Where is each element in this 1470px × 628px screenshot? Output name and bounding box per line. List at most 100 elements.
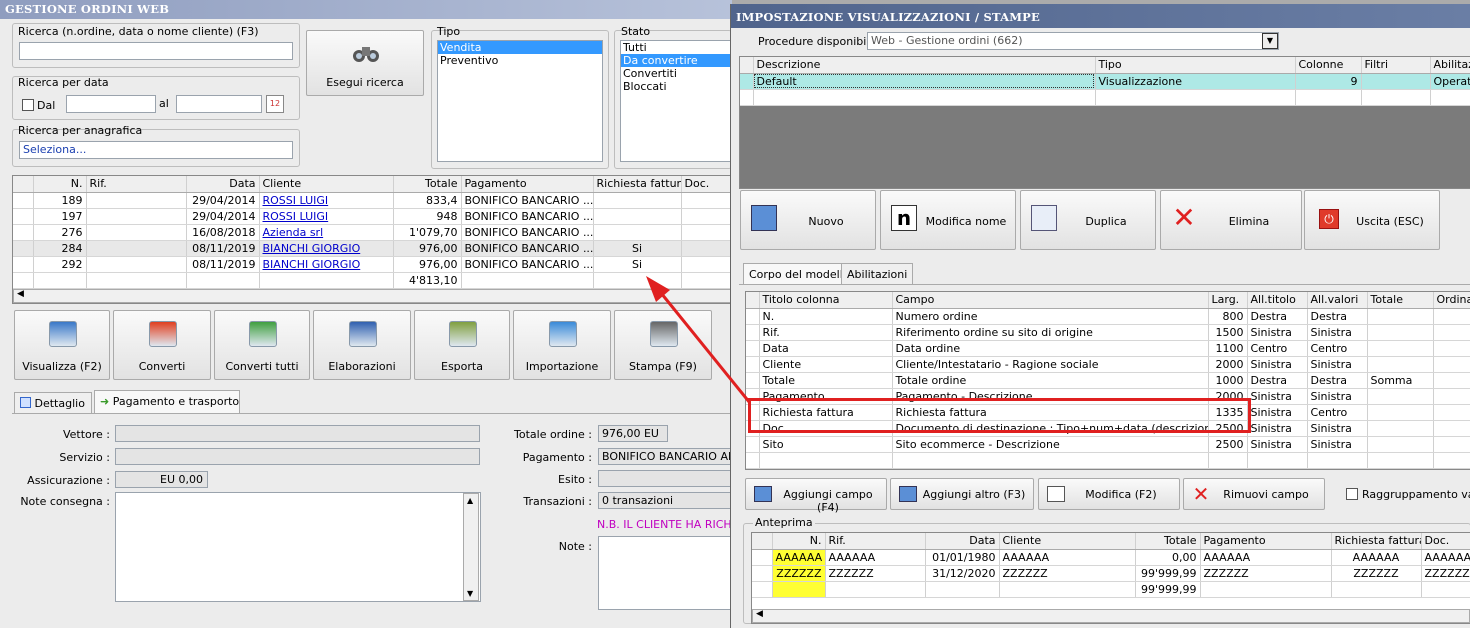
col-header[interactable]: Descrizione (753, 57, 1096, 74)
tab-abilitazioni[interactable]: Abilitazioni (841, 263, 914, 284)
horizontal-scrollbar[interactable]: ◀ (752, 609, 1470, 623)
processing-button[interactable]: Elaborazioni (313, 310, 411, 380)
add-other-button[interactable]: Aggiungi altro (F3) (890, 478, 1034, 510)
table-row[interactable]: 276 16/08/2018 Azienda srl 1'079,70 BONIFICO… (13, 224, 731, 241)
table-row[interactable]: 292 08/11/2019 BIANCHI GIORGIO 976,00 BONIFI… (13, 256, 731, 273)
table-row[interactable]: 189 29/04/2014 ROSSI LUIGI 833,4 BONIFICO BA… (13, 192, 731, 209)
edit-button[interactable]: Modifica (F2) (1038, 478, 1180, 510)
cell[interactable]: ROSSI LUIGI (259, 192, 394, 209)
date-from-input[interactable] (66, 95, 156, 113)
import-button[interactable]: Importazione (513, 310, 611, 380)
search-input[interactable] (19, 42, 293, 60)
convert-all-icon (249, 321, 277, 347)
stato-item[interactable]: Da convertire (621, 54, 731, 67)
view-button[interactable]: Visualizza (F2) (14, 310, 110, 380)
col-header[interactable]: Cliente (259, 176, 394, 193)
col-header[interactable]: Titolo colonna (759, 292, 893, 309)
col-header[interactable]: All.titolo (1247, 292, 1308, 309)
col-header[interactable]: Filtri (1361, 57, 1431, 74)
tab-dettaglio[interactable]: Dettaglio (14, 392, 92, 414)
stato-item[interactable]: Tutti (621, 41, 731, 54)
col-header[interactable]: All.valori (1307, 292, 1368, 309)
cell (681, 208, 731, 225)
stato-list[interactable]: Tutti Da convertire Convertiti Bloccati (620, 40, 732, 162)
col-header[interactable]: Campo (892, 292, 1209, 309)
cell: Sinistra (1247, 324, 1308, 341)
table-row[interactable]: Cliente Cliente/Intestatario - Ragione so… (746, 356, 1470, 373)
note-textarea[interactable] (598, 536, 732, 610)
stato-item[interactable]: Bloccati (621, 80, 731, 93)
raggruppamento-checkbox[interactable] (1346, 488, 1358, 500)
col-header[interactable]: Doc. (681, 176, 731, 193)
col-header[interactable]: Colonne (1295, 57, 1362, 74)
cell[interactable]: BIANCHI GIORGIO (259, 256, 394, 273)
stato-item[interactable]: Convertiti (621, 67, 731, 80)
anag-select[interactable]: Seleziona... (19, 141, 293, 159)
tipo-item[interactable]: Preventivo (438, 54, 602, 67)
rename-button[interactable]: n Modifica nome (880, 190, 1016, 250)
tipo-list[interactable]: Vendita Preventivo (437, 40, 603, 162)
cell: Numero ordine (892, 308, 1209, 325)
scroll-left-icon[interactable]: ◀ (756, 609, 763, 619)
cell: Sinistra (1307, 388, 1368, 405)
table-row[interactable]: Data Data ordine 1100 Centro Centro (746, 340, 1470, 357)
cell[interactable]: BIANCHI GIORGIO (259, 240, 394, 257)
procedure-label: Procedure disponibili : (758, 35, 880, 48)
tipo-item[interactable]: Vendita (438, 41, 602, 54)
add-field-button[interactable]: Aggiungi campo (F4) (745, 478, 887, 514)
table-row[interactable]: Rif. Riferimento ordine su sito di origin… (746, 324, 1470, 341)
note-consegna-textarea[interactable] (115, 492, 481, 602)
calendar-icon[interactable]: 12 (266, 95, 284, 113)
col-header[interactable]: Totale (393, 176, 462, 193)
horizontal-scrollbar[interactable]: ◀ (13, 289, 731, 303)
button-label: Converti tutti (225, 360, 299, 373)
vettore-label: Vettore : (62, 428, 110, 441)
convert-button[interactable]: Converti (113, 310, 211, 380)
col-header[interactable]: Abilitazi (1430, 57, 1470, 74)
tab-corpo[interactable]: Corpo del modello (743, 263, 856, 284)
col-header[interactable]: Ordinar (1433, 292, 1470, 309)
binoculars-icon (353, 47, 379, 62)
printer-button[interactable]: Stampa (F9) (614, 310, 712, 380)
delete-button[interactable]: ✕ Elimina (1160, 190, 1302, 250)
table-row[interactable]: Totale Totale ordine 1000 Destra Destra Somma (746, 372, 1470, 389)
chevron-down-icon[interactable]: ▼ (1262, 33, 1278, 49)
button-label: Elaborazioni (328, 360, 396, 373)
col-header[interactable]: Richiesta fattura (593, 176, 682, 193)
col-header[interactable]: Larg. (1208, 292, 1248, 309)
preview-table: N. Rif. Data Cliente Totale Pagamento Ri… (751, 532, 1470, 624)
date-to-input[interactable] (176, 95, 262, 113)
remove-button[interactable]: ✕ Rimuovi campo (1183, 478, 1325, 510)
cell: ZZZZZZ (1331, 565, 1422, 582)
duplicate-button[interactable]: Duplica (1020, 190, 1156, 250)
export-button[interactable]: Esporta (414, 310, 510, 380)
execute-search-button[interactable]: Esegui ricerca (306, 30, 424, 96)
scroll-left-icon[interactable]: ◀ (17, 289, 24, 299)
tab-pagamento[interactable]: ➜ Pagamento e trasporto (94, 390, 240, 414)
cell (86, 224, 187, 241)
cell: Data (759, 340, 893, 357)
model-row[interactable]: Default Visualizzazione 9 Operato (740, 73, 1470, 90)
scroll-down-icon[interactable]: ▼ (467, 589, 473, 598)
dal-checkbox[interactable] (22, 99, 34, 111)
note-scrollbar[interactable]: ▲ ▼ (463, 493, 479, 601)
table-row[interactable]: Sito Sito ecommerce - Descrizione 2500 Sini… (746, 436, 1470, 453)
table-row[interactable]: 197 29/04/2014 ROSSI LUIGI 948 BONIFICO BANC… (13, 208, 731, 225)
col-header[interactable]: Data (186, 176, 260, 193)
scroll-up-icon[interactable]: ▲ (467, 496, 473, 505)
procedure-select[interactable]: Web - Gestione ordini (662) (867, 32, 1279, 50)
col-header[interactable]: Rif. (86, 176, 187, 193)
col-header[interactable]: Pagamento (461, 176, 594, 193)
exit-button[interactable]: ⏻ Uscita (ESC) (1304, 190, 1440, 250)
col-header[interactable]: N. (33, 176, 87, 193)
convert-all-button[interactable]: Converti tutti (214, 310, 310, 380)
row-indicator (746, 436, 760, 453)
table-row[interactable]: N. Numero ordine 800 Destra Destra (746, 308, 1470, 325)
cell[interactable]: Azienda srl (259, 224, 394, 241)
cell (86, 240, 187, 257)
table-row[interactable]: 284 08/11/2019 BIANCHI GIORGIO 976,00 BONIFI… (13, 240, 731, 257)
new-button[interactable]: Nuovo (740, 190, 876, 250)
col-header[interactable]: Totale (1367, 292, 1434, 309)
col-header[interactable]: Tipo (1095, 57, 1296, 74)
cell[interactable]: ROSSI LUIGI (259, 208, 394, 225)
